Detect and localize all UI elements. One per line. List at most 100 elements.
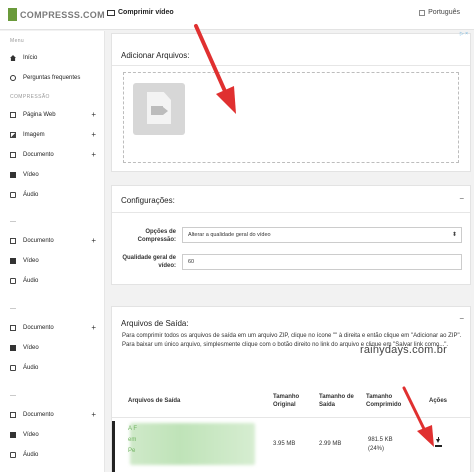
sidebar-item-label: Página Web xyxy=(23,112,56,118)
collapse-icon[interactable]: − xyxy=(459,314,464,323)
sidebar-item-video[interactable]: Vídeo xyxy=(10,343,102,353)
sidebar-item-document[interactable]: Documento xyxy=(10,150,102,160)
redacted-file-name xyxy=(130,423,255,465)
sidebar-item-label: Documento xyxy=(23,325,54,331)
sidebar-item-home[interactable]: Início xyxy=(10,53,102,63)
sidebar-item-image[interactable]: Imagem xyxy=(10,130,102,140)
sidebar-item-video[interactable]: Vídeo xyxy=(10,170,102,180)
compression-options-select[interactable]: Alterar a qualidade geral do vídeo ⬍ xyxy=(182,227,462,243)
sidebar-item-label: Documento xyxy=(23,152,54,158)
sidebar-item-label: Vídeo xyxy=(23,172,39,178)
ad-choices-icon[interactable]: ▷ × xyxy=(460,31,468,37)
download-arrow xyxy=(436,439,440,443)
sidebar-section-menu: Menu xyxy=(10,38,25,44)
document-icon xyxy=(10,152,16,158)
expand-icon[interactable]: + xyxy=(91,150,96,160)
sidebar-item-label: Perguntas frequentes xyxy=(23,75,81,81)
sidebar-item-video[interactable]: Vídeo xyxy=(10,256,102,266)
output-panel: Arquivos de Saída: − Para comprimir todo… xyxy=(111,306,471,472)
sidebar-divider: — xyxy=(10,306,16,312)
expand-icon[interactable]: + xyxy=(91,410,96,420)
sidebar-item-label: Início xyxy=(23,55,38,61)
camera-lens-icon xyxy=(163,107,168,115)
video-quality-label: Qualidade geral de vídeo: xyxy=(122,255,176,269)
download-base xyxy=(435,445,442,447)
chevron-down-icon: ⬍ xyxy=(451,232,457,238)
compressed-size-value: 981.5 KB xyxy=(368,437,393,443)
file-link[interactable]: A F xyxy=(128,426,137,432)
logo[interactable]: COMPRESSS.COM xyxy=(8,8,105,21)
sidebar-item-video[interactable]: Vídeo xyxy=(10,430,102,440)
settings-panel: Configurações: − Opções de Compressão: A… xyxy=(111,185,471,285)
column-header-files: Arquivos de Saída xyxy=(128,398,181,404)
video-icon xyxy=(107,9,115,16)
sidebar-item-document[interactable]: Documento xyxy=(10,323,102,333)
expand-icon[interactable]: + xyxy=(91,130,96,140)
sidebar-divider: — xyxy=(10,219,16,225)
sidebar-item-audio[interactable]: Áudio xyxy=(10,363,102,373)
document-icon xyxy=(10,112,16,118)
file-link[interactable]: Pe xyxy=(128,448,135,454)
sidebar-item-label: Áudio xyxy=(23,452,39,458)
video-quality-value: 60 xyxy=(188,259,195,265)
column-header-actions: Ações xyxy=(429,398,448,404)
logo-icon xyxy=(8,8,17,21)
watermark-text: rainydays.com.br xyxy=(360,344,447,356)
sidebar-item-document[interactable]: Documento xyxy=(10,236,102,246)
row-selection-bar xyxy=(112,421,115,472)
video-icon xyxy=(10,172,16,178)
output-title: Arquivos de Saída: xyxy=(121,319,189,328)
expand-icon[interactable]: + xyxy=(91,323,96,333)
column-header-output-size: Tamanho de Saída xyxy=(319,394,354,408)
upload-title: Adicionar Arquivos: xyxy=(121,51,190,60)
image-icon xyxy=(10,132,16,138)
logo-text: COMPRESSS.COM xyxy=(20,9,105,20)
sidebar-item-audio[interactable]: Áudio xyxy=(10,276,102,286)
sidebar-divider: — xyxy=(10,393,16,399)
sidebar-item-label: Documento xyxy=(23,238,54,244)
expand-icon[interactable]: + xyxy=(91,236,96,246)
divider xyxy=(112,212,470,213)
settings-title: Configurações: xyxy=(121,196,175,205)
sidebar-item-faq[interactable]: Perguntas frequentes xyxy=(10,73,102,83)
column-header-original-size: Tamanho Original xyxy=(273,394,300,408)
sidebar-item-label: Vídeo xyxy=(23,432,39,438)
audio-icon xyxy=(10,365,16,371)
video-icon xyxy=(10,258,16,264)
original-size-value: 3.95 MB xyxy=(273,441,296,447)
sidebar-item-label: Vídeo xyxy=(23,258,39,264)
collapse-icon[interactable]: − xyxy=(459,194,464,203)
sidebar: Menu Início Perguntas frequentes COMPRES… xyxy=(0,31,105,472)
divider xyxy=(112,65,470,66)
video-file-icon[interactable] xyxy=(133,83,185,135)
video-icon xyxy=(10,432,16,438)
top-bar: COMPRESSS.COM Comprimir vídeo Português xyxy=(0,0,474,30)
compression-options-label: Opções de Compressão: xyxy=(137,229,176,243)
audio-icon xyxy=(10,278,16,284)
audio-icon xyxy=(10,192,16,198)
sidebar-section-compression: COMPRESSÃO xyxy=(10,94,50,100)
sidebar-item-audio[interactable]: Áudio xyxy=(10,190,102,200)
compression-options-value: Alterar a qualidade geral do vídeo xyxy=(188,232,271,238)
home-icon xyxy=(10,55,16,61)
column-header-compressed-size: Tamanho Comprimido xyxy=(366,394,402,408)
sidebar-item-audio[interactable]: Áudio xyxy=(10,450,102,460)
language-selector[interactable]: Português xyxy=(419,9,460,16)
expand-icon[interactable]: + xyxy=(91,110,96,120)
sidebar-item-webpage[interactable]: Página Web xyxy=(10,110,102,120)
compressed-percent-value: (24%) xyxy=(368,446,385,452)
upload-panel: Adicionar Arquivos: xyxy=(111,33,471,172)
document-icon xyxy=(10,412,16,418)
output-size-value: 2.99 MB xyxy=(319,441,342,447)
download-icon[interactable] xyxy=(435,437,442,447)
audio-icon xyxy=(10,452,16,458)
document-icon xyxy=(10,325,16,331)
sidebar-item-label: Áudio xyxy=(23,278,39,284)
video-quality-input[interactable]: 60 xyxy=(182,254,462,270)
sidebar-item-label: Áudio xyxy=(23,192,39,198)
sidebar-item-label: Imagem xyxy=(23,132,45,138)
video-icon xyxy=(10,345,16,351)
file-dropzone[interactable] xyxy=(123,72,459,163)
file-link[interactable]: em xyxy=(128,437,136,443)
sidebar-item-document[interactable]: Documento xyxy=(10,410,102,420)
